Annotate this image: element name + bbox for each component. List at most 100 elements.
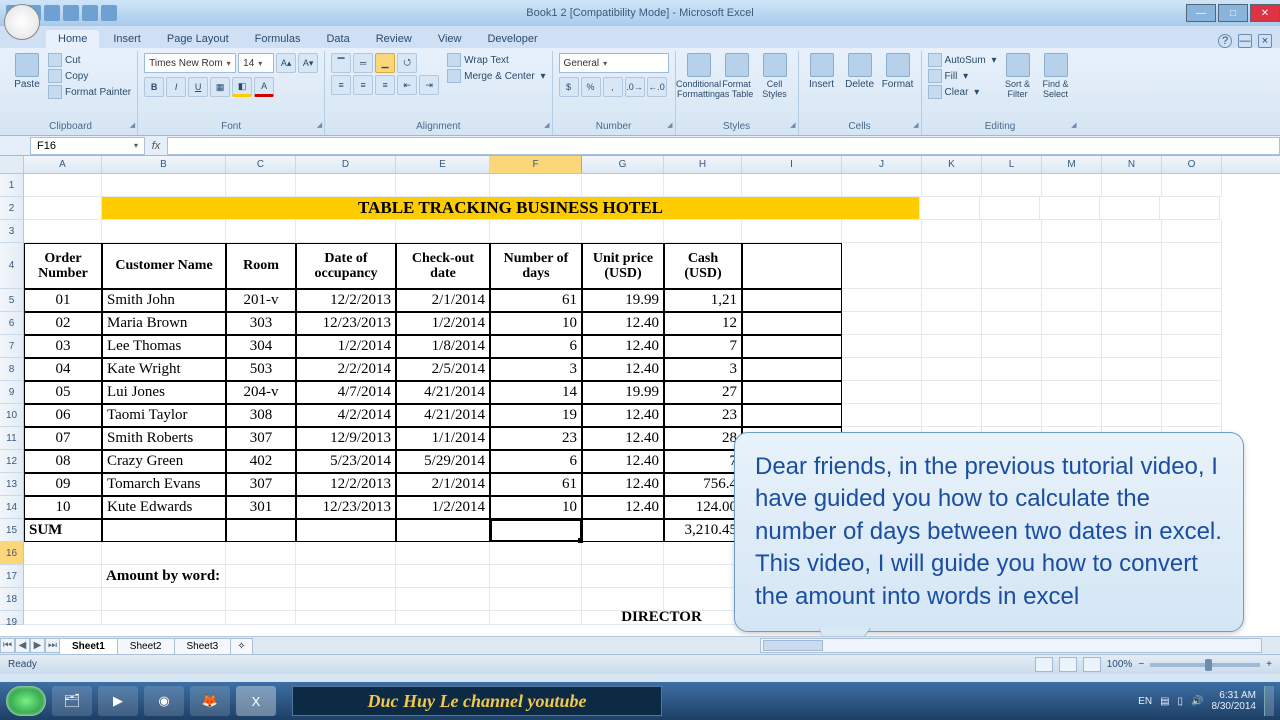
cell[interactable] [982, 174, 1042, 197]
tab-developer[interactable]: Developer [475, 30, 549, 48]
sort-filter-button[interactable]: Sort & Filter [1001, 53, 1035, 99]
orientation-button[interactable]: ⭯ [397, 53, 417, 73]
cell[interactable]: 27 [664, 381, 742, 404]
cell[interactable]: 12.40 [582, 450, 664, 473]
cell[interactable]: 4/21/2014 [396, 404, 490, 427]
cell[interactable] [742, 358, 842, 381]
tab-nav-next[interactable]: ▶ [30, 638, 45, 653]
cell[interactable]: 4/7/2014 [296, 381, 396, 404]
name-box[interactable]: F16▾ [30, 137, 145, 155]
cell[interactable] [1042, 381, 1102, 404]
autosum-button[interactable]: AutoSum ▾ [928, 53, 997, 67]
cell[interactable]: 10 [490, 496, 582, 519]
cell[interactable]: 12.40 [582, 358, 664, 381]
cell[interactable] [842, 381, 922, 404]
cell[interactable] [842, 220, 922, 243]
cell[interactable] [982, 358, 1042, 381]
row-header[interactable]: 7 [0, 335, 24, 358]
col-header-B[interactable]: B [102, 156, 226, 173]
cell[interactable] [396, 588, 490, 611]
cell[interactable]: 2/1/2014 [396, 289, 490, 312]
align-bottom-button[interactable]: ▁ [375, 53, 395, 73]
conditional-formatting-button[interactable]: Conditional Formatting [682, 53, 716, 99]
cell[interactable]: Kute Edwards [102, 496, 226, 519]
bold-button[interactable]: B [144, 77, 164, 97]
cell[interactable] [920, 197, 980, 220]
row-header[interactable]: 14 [0, 496, 24, 519]
cell[interactable]: 6 [490, 450, 582, 473]
cell[interactable]: 14 [490, 381, 582, 404]
cell[interactable] [582, 519, 664, 542]
row-header[interactable]: 3 [0, 220, 24, 243]
table-header[interactable]: Number of days [490, 243, 582, 289]
cell[interactable] [842, 174, 922, 197]
cell[interactable]: 10 [490, 312, 582, 335]
tab-data[interactable]: Data [314, 30, 361, 48]
cell[interactable]: 301 [226, 496, 296, 519]
row-header[interactable]: 9 [0, 381, 24, 404]
merge-center-button[interactable]: Merge & Center ▾ [447, 69, 545, 83]
cell[interactable] [1042, 358, 1102, 381]
cell[interactable] [296, 565, 396, 588]
cell[interactable]: 402 [226, 450, 296, 473]
cell[interactable] [582, 220, 664, 243]
cell[interactable] [102, 542, 226, 565]
cell[interactable] [102, 611, 226, 625]
shrink-font-button[interactable]: A▾ [298, 53, 318, 73]
col-header-I[interactable]: I [742, 156, 842, 173]
table-header[interactable]: Order Number [24, 243, 102, 289]
cell[interactable]: 12.40 [582, 312, 664, 335]
cell[interactable] [922, 289, 982, 312]
delete-cells-button[interactable]: Delete [843, 53, 877, 90]
cell[interactable]: 23 [490, 427, 582, 450]
office-button[interactable] [4, 4, 40, 40]
cell[interactable]: 12.40 [582, 335, 664, 358]
cell[interactable]: TABLE TRACKING BUSINESS HOTEL [102, 197, 920, 220]
cell[interactable] [982, 335, 1042, 358]
cell[interactable]: 28 [664, 427, 742, 450]
cell[interactable] [1162, 220, 1222, 243]
fx-icon[interactable]: fx [145, 140, 167, 152]
increase-indent-button[interactable]: ⇥ [419, 75, 439, 95]
cell[interactable] [1162, 312, 1222, 335]
cell[interactable] [24, 197, 102, 220]
cell[interactable]: 01 [24, 289, 102, 312]
taskbar-explorer-icon[interactable]: 🗂 [52, 686, 92, 716]
table-header[interactable]: Unit price (USD) [582, 243, 664, 289]
cell[interactable]: 12/23/2013 [296, 312, 396, 335]
cell[interactable] [1162, 174, 1222, 197]
start-button[interactable] [6, 686, 46, 716]
qat-redo-icon[interactable] [44, 5, 60, 21]
taskbar-media-icon[interactable]: ▶ [98, 686, 138, 716]
page-layout-view-button[interactable] [1059, 657, 1077, 672]
formula-input[interactable] [167, 137, 1280, 155]
minimize-button[interactable]: — [1186, 4, 1216, 22]
cell[interactable] [922, 312, 982, 335]
taskbar-firefox-icon[interactable]: 🦊 [190, 686, 230, 716]
align-middle-button[interactable]: ═ [353, 53, 373, 73]
cell[interactable]: Lee Thomas [102, 335, 226, 358]
tray-flag-icon[interactable]: ▤ [1160, 696, 1169, 707]
cell[interactable] [1102, 220, 1162, 243]
cell[interactable]: 1,21 [664, 289, 742, 312]
cell[interactable] [582, 174, 664, 197]
paste-button[interactable]: Paste [10, 53, 44, 90]
italic-button[interactable]: I [166, 77, 186, 97]
cell[interactable] [664, 542, 742, 565]
comma-button[interactable]: , [603, 77, 623, 97]
row-header[interactable]: 5 [0, 289, 24, 312]
row-header[interactable]: 15 [0, 519, 24, 542]
cell[interactable] [296, 220, 396, 243]
grow-font-button[interactable]: A▴ [276, 53, 296, 73]
cut-button[interactable]: Cut [48, 53, 131, 67]
cell[interactable] [922, 335, 982, 358]
row-header[interactable]: 19 [0, 611, 24, 625]
col-header-G[interactable]: G [582, 156, 664, 173]
cell[interactable] [664, 565, 742, 588]
cell[interactable] [490, 588, 582, 611]
cell[interactable] [922, 174, 982, 197]
cell[interactable]: SUM [24, 519, 102, 542]
new-sheet-button[interactable]: ✧ [230, 638, 252, 654]
cell[interactable]: 2/2/2014 [296, 358, 396, 381]
table-header[interactable]: Date of occupancy [296, 243, 396, 289]
